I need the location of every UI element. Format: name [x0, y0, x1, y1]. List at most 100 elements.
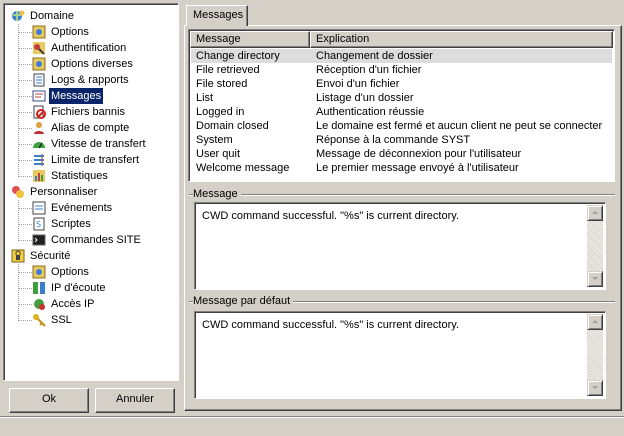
tree-connector	[19, 32, 20, 33]
tree-connector	[18, 228, 19, 229]
tree-connector	[18, 84, 19, 85]
tree-connector	[19, 224, 20, 225]
tree-label: Logs & rapports	[51, 74, 129, 86]
message-scrollbar[interactable]	[587, 205, 603, 287]
tree-connector	[18, 214, 19, 215]
tree-label: Evénements	[51, 202, 113, 214]
tree-connector	[27, 96, 28, 97]
list-row[interactable]: Domain closed Le domaine est fermé et auc…	[191, 119, 612, 133]
banned-file-icon	[33, 105, 46, 119]
tree-connector	[18, 318, 19, 319]
tree-connector	[29, 304, 30, 305]
customize-folder-icon	[12, 186, 24, 198]
list-row[interactable]: Logged in Authentication réussie	[191, 105, 612, 119]
cancel-button[interactable]: Annuler	[95, 388, 175, 413]
tree-connector	[18, 42, 19, 43]
list-row[interactable]: List Listage d'un dossier	[191, 91, 612, 105]
tree-connector	[21, 160, 22, 161]
list-row[interactable]: System Réponse à la commande SYST	[191, 133, 612, 147]
tree-connector	[18, 130, 19, 131]
column-header-explication[interactable]: Explication	[310, 31, 613, 48]
messages-list[interactable]: Message Explication Change directory Chan…	[188, 29, 615, 182]
tree-connector	[25, 160, 26, 161]
tree-connector	[29, 176, 30, 177]
tree-connector	[23, 320, 24, 321]
message-card-icon	[32, 90, 46, 102]
default-message-scrollbar[interactable]	[587, 314, 603, 396]
tree-connector	[27, 272, 28, 273]
tree-connector	[23, 112, 24, 113]
tree-connector	[18, 312, 19, 313]
default-message-textarea[interactable]: CWD command successful. "%s" is current …	[194, 311, 606, 399]
tree-connector	[23, 64, 24, 65]
tree-connector	[18, 132, 19, 133]
tree-connector	[18, 236, 19, 237]
tree-connector	[18, 298, 19, 299]
default-message-text: CWD command successful. "%s" is current …	[202, 319, 460, 331]
tree-connector	[27, 48, 28, 49]
notebook-icon	[33, 73, 45, 87]
tree-connector	[19, 176, 20, 177]
svg-text:S: S	[36, 220, 41, 229]
scroll-down-button[interactable]	[587, 380, 603, 396]
tree-connector	[25, 144, 26, 145]
column-header-message[interactable]: Message	[190, 31, 310, 48]
tree-connector	[18, 264, 19, 265]
tree-connector	[21, 176, 22, 177]
tree-connector	[18, 310, 19, 311]
cell-message: File retrieved	[196, 64, 260, 76]
tree-connector	[19, 272, 20, 273]
arrow-down-icon	[592, 277, 598, 280]
tree-label: Options	[51, 26, 89, 38]
tree-connector	[18, 56, 19, 57]
cell-explication: Réception d'un fichier	[316, 64, 422, 76]
tree-label: Fichiers bannis	[51, 106, 125, 118]
tree-connector	[18, 150, 19, 151]
tree-connector	[23, 128, 24, 129]
tree-connector	[29, 144, 30, 145]
tree-connector	[18, 276, 19, 277]
arrow-up-icon	[592, 320, 598, 323]
tree-connector	[23, 208, 24, 209]
tree-connector	[18, 206, 19, 207]
tree-connector	[18, 142, 19, 143]
list-row[interactable]: File stored Envoi d'un fichier	[191, 77, 612, 91]
tree-connector	[29, 272, 30, 273]
tree-connector	[21, 240, 22, 241]
cell-message: User quit	[196, 148, 241, 160]
cell-explication: Le premier message envoyé à l'utilisateu…	[316, 162, 519, 174]
tree-connector	[18, 238, 19, 239]
settings-tree[interactable]: Domaine Options Authentification Options…	[3, 3, 179, 381]
tree-connector	[18, 136, 19, 137]
list-row[interactable]: Change directory Changement de dossier	[191, 49, 612, 63]
list-row[interactable]: File retrieved Réception d'un fichier	[191, 63, 612, 77]
cell-message: Change directory	[196, 50, 280, 62]
tree-connector	[25, 224, 26, 225]
tree-connector	[29, 224, 30, 225]
tree-connector	[18, 86, 19, 87]
tree-connector	[18, 302, 19, 303]
tree-connector	[21, 272, 22, 273]
tree-label: Commandes SITE	[51, 234, 141, 246]
message-textarea[interactable]: CWD command successful. "%s" is current …	[194, 202, 606, 290]
tree-connector	[18, 50, 19, 51]
tree-connector	[18, 140, 19, 141]
tab-messages[interactable]: Messages	[186, 5, 248, 26]
tree-connector	[27, 224, 28, 225]
ok-button[interactable]: Ok	[9, 388, 89, 413]
scroll-down-button[interactable]	[587, 271, 603, 287]
arrow-up-icon	[592, 211, 598, 214]
cell-explication: Envoi d'un fichier	[316, 78, 400, 90]
scroll-up-button[interactable]	[587, 205, 603, 221]
tree-connector	[18, 36, 19, 37]
list-row[interactable]: User quit Message de déconnexion pour l'u…	[191, 147, 612, 161]
tree-connector	[18, 134, 19, 135]
tree-connector	[23, 160, 24, 161]
tree-connector	[18, 26, 19, 27]
tree-connector	[27, 80, 28, 81]
list-row[interactable]: Welcome message Le premier message envoyé…	[191, 161, 612, 175]
tree-connector	[18, 200, 19, 201]
tree-connector	[27, 144, 28, 145]
tree-connector	[18, 146, 19, 147]
scroll-up-button[interactable]	[587, 314, 603, 330]
